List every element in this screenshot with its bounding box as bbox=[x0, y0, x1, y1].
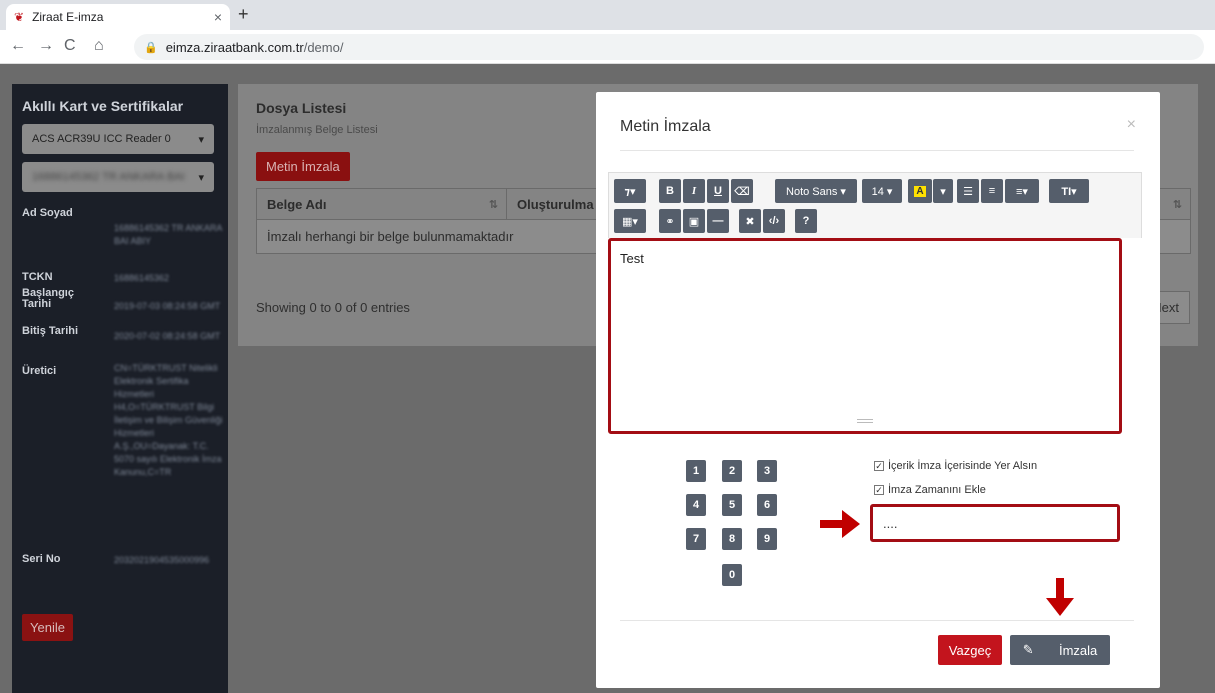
divider bbox=[620, 620, 1134, 621]
horizontal-rule-icon[interactable]: — bbox=[707, 209, 729, 233]
sign-text-modal: Metin İmzala × ⁊▾ B I U ⌫ Noto Sans ▾ 14… bbox=[596, 92, 1160, 688]
label-start-date: Başlangıç Tarihi bbox=[22, 287, 74, 310]
label-issuer: Üretici bbox=[22, 365, 57, 377]
value-start-date: 2019-07-03 08:24:58 GMT bbox=[114, 301, 221, 311]
value-serial: 2032021904535000996 bbox=[114, 555, 210, 565]
home-icon[interactable]: ⌂ bbox=[94, 37, 104, 55]
lock-icon: 🔒 bbox=[144, 41, 158, 54]
sidebar-title: Akıllı Kart ve Sertifikalar bbox=[22, 98, 184, 114]
certificate-select[interactable]: 16886145362 TR ANKARA BAI ▾ bbox=[22, 162, 214, 192]
tab-title: Ziraat E-imza bbox=[32, 10, 104, 24]
checkbox-content-label: İçerik İmza İçerisinde Yer Alsın bbox=[888, 460, 1038, 472]
font-family-dropdown[interactable]: Noto Sans ▾ bbox=[775, 179, 857, 203]
url-host: eimza.ziraatbank.com.tr bbox=[165, 39, 304, 55]
address-bar: ← → C ⌂ 🔒 eimza.ziraatbank.com.tr/demo/ bbox=[0, 30, 1215, 64]
value-name: 16886145362 TR ANKARA BAI ABIY bbox=[114, 223, 222, 246]
resize-grip-icon[interactable] bbox=[857, 419, 873, 423]
checkbox-timestamp-label: İmza Zamanını Ekle bbox=[888, 484, 986, 496]
align-dropdown[interactable]: ≡▾ bbox=[1005, 179, 1039, 203]
back-icon[interactable]: ← bbox=[10, 37, 26, 55]
checkbox-add-timestamp[interactable]: ✓ İmza Zamanını Ekle bbox=[874, 484, 986, 496]
keypad-key-3[interactable]: 3 bbox=[757, 460, 777, 482]
sign-button-label: İmzala bbox=[1058, 642, 1098, 658]
sort-icon: ⇅ bbox=[488, 198, 498, 211]
text-color-value: A bbox=[914, 185, 926, 197]
keypad-key-2[interactable]: 2 bbox=[722, 460, 742, 482]
value-tckn: 16886145362 bbox=[114, 273, 170, 283]
value-end-date: 2020-07-02 08:24:58 GMT bbox=[114, 331, 221, 341]
keypad-key-4[interactable]: 4 bbox=[686, 494, 706, 516]
caret-down-icon: ▾ bbox=[198, 171, 204, 184]
column-document-name[interactable]: Belge Adı ⇅ bbox=[257, 189, 507, 219]
fullscreen-icon[interactable]: ✖ bbox=[739, 209, 761, 233]
label-end-date: Bitiş Tarihi bbox=[22, 325, 79, 337]
pin-input[interactable]: .... bbox=[870, 504, 1120, 542]
down-arrow-icon bbox=[1046, 578, 1074, 616]
browser-tab[interactable]: ❦ Ziraat E-imza × bbox=[6, 4, 230, 30]
table-dropdown[interactable]: ▦▾ bbox=[614, 209, 646, 233]
reader-select-value: ACS ACR39U ICC Reader 0 bbox=[32, 133, 171, 145]
forward-icon[interactable]: → bbox=[38, 37, 54, 55]
keypad-key-5[interactable]: 5 bbox=[722, 494, 742, 516]
table-info: Showing 0 to 0 of 0 entries bbox=[256, 300, 410, 315]
page-title: Dosya Listesi bbox=[256, 100, 347, 116]
image-icon[interactable]: ▣ bbox=[683, 209, 705, 233]
right-arrow-icon bbox=[820, 510, 860, 538]
italic-button[interactable]: I bbox=[683, 179, 705, 203]
close-icon[interactable]: × bbox=[1127, 116, 1136, 134]
value-issuer: CN=TÜRKTRUST Nitelikli Elektronik Sertif… bbox=[114, 363, 223, 477]
keypad-key-1[interactable]: 1 bbox=[686, 460, 706, 482]
pencil-icon: ✎ bbox=[1022, 642, 1034, 657]
checkbox-content-in-signature[interactable]: ✓ İçerik İmza İçerisinde Yer Alsın bbox=[874, 460, 1037, 472]
renew-button[interactable]: Yenile bbox=[22, 614, 73, 641]
ordered-list-icon[interactable]: ≡ bbox=[981, 179, 1003, 203]
reader-select[interactable]: ACS ACR39U ICC Reader 0 ▾ bbox=[22, 124, 214, 154]
sort-icon: ⇅ bbox=[1172, 198, 1182, 211]
keypad-key-8[interactable]: 8 bbox=[722, 528, 742, 550]
label-tckn: TCKN bbox=[22, 271, 53, 283]
new-tab-button[interactable]: + bbox=[238, 4, 249, 25]
keypad-key-6[interactable]: 6 bbox=[757, 494, 777, 516]
modal-title: Metin İmzala bbox=[620, 118, 711, 135]
keypad-key-9[interactable]: 9 bbox=[757, 528, 777, 550]
browser-tabbar: ❦ Ziraat E-imza × + bbox=[0, 0, 1215, 30]
unordered-list-icon[interactable]: ☰ bbox=[957, 179, 979, 203]
sign-text-button[interactable]: Metin İmzala bbox=[256, 152, 350, 181]
text-color-caret-icon[interactable]: ▾ bbox=[933, 179, 953, 203]
bold-button[interactable]: B bbox=[659, 179, 681, 203]
code-view-icon[interactable]: ‹/› bbox=[763, 209, 785, 233]
cancel-button[interactable]: Vazgeç bbox=[938, 635, 1002, 665]
style-dropdown[interactable]: ⁊▾ bbox=[614, 179, 646, 203]
url-field[interactable]: 🔒 eimza.ziraatbank.com.tr/demo/ bbox=[134, 34, 1204, 60]
editor-toolbar: ⁊▾ B I U ⌫ Noto Sans ▾ 14 ▾ A ▾ ☰ ≡ ≡▾ T… bbox=[608, 172, 1142, 238]
column-document-name-label: Belge Adı bbox=[267, 196, 327, 212]
checkbox-checked-icon: ✓ bbox=[874, 461, 884, 471]
eraser-icon[interactable]: ⌫ bbox=[731, 179, 753, 203]
certificate-select-value: 16886145362 TR ANKARA BAI bbox=[32, 171, 185, 183]
underline-button[interactable]: U bbox=[707, 179, 729, 203]
help-icon[interactable]: ? bbox=[795, 209, 817, 233]
reload-icon[interactable]: C bbox=[64, 37, 76, 55]
editor-content: Test bbox=[620, 251, 644, 266]
ziraat-favicon-icon: ❦ bbox=[14, 10, 25, 24]
font-size-dropdown[interactable]: 14 ▾ bbox=[862, 179, 902, 203]
caret-down-icon: ▾ bbox=[198, 133, 204, 146]
checkbox-checked-icon: ✓ bbox=[874, 485, 884, 495]
label-serial: Seri No bbox=[22, 553, 61, 565]
keypad-key-0[interactable]: 0 bbox=[722, 564, 742, 586]
sidebar: Akıllı Kart ve Sertifikalar ACS ACR39U I… bbox=[12, 84, 228, 693]
sign-button[interactable]: ✎ İmzala bbox=[1010, 635, 1110, 665]
line-height-dropdown[interactable]: TI▾ bbox=[1049, 179, 1089, 203]
url-path: /demo/ bbox=[303, 39, 344, 55]
link-icon[interactable]: ⚭ bbox=[659, 209, 681, 233]
keypad-key-7[interactable]: 7 bbox=[686, 528, 706, 550]
tab-close-icon[interactable]: × bbox=[214, 9, 222, 25]
text-editor[interactable]: Test bbox=[608, 238, 1122, 434]
label-name: Ad Soyad bbox=[22, 207, 73, 219]
page-subtitle: İmzalanmış Belge Listesi bbox=[256, 124, 378, 136]
divider bbox=[620, 150, 1134, 151]
text-color-button[interactable]: A bbox=[908, 179, 932, 203]
